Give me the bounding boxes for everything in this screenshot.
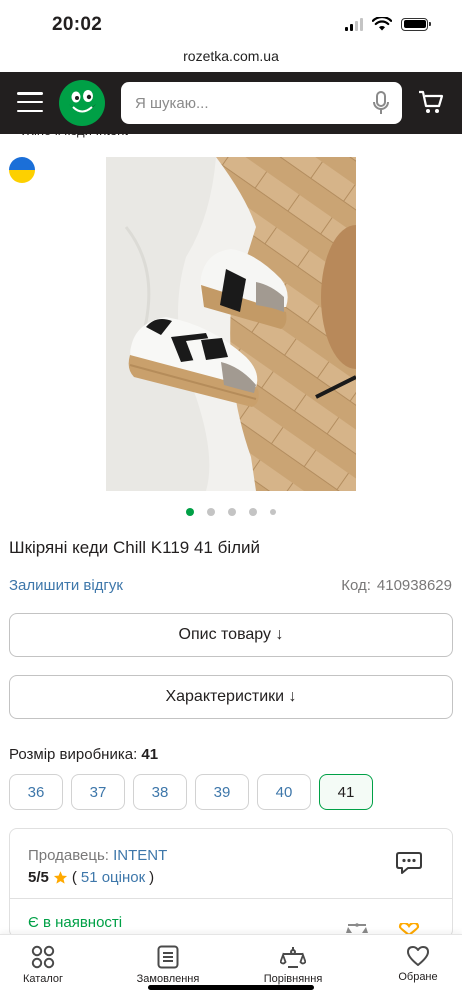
product-title: Шкіряні кеди Chill K119 41 білий [9,538,261,557]
browser-url[interactable]: rozetka.com.ua [0,48,462,64]
size-option-36[interactable]: 36 [9,774,63,810]
status-icons [345,17,431,31]
nav-orders[interactable]: Замовлення [118,945,218,985]
nav-catalog-label: Каталог [23,973,63,985]
seller-info: Продавець: INTENT 5/5 ( 51 оцінок ) [10,829,452,899]
logo-face-icon [69,90,96,113]
seller-rating-value: 5/5 [28,869,49,886]
rozetka-logo[interactable] [59,80,105,126]
reviews-open-paren: ( [71,869,77,886]
nav-compare-label: Порівняння [263,973,323,985]
seller-rating: 5/5 ( 51 оцінок ) [28,869,154,886]
sneakers-photo [106,157,356,491]
nav-orders-label: Замовлення [136,973,200,985]
scales-icon [280,947,306,968]
seller-line: Продавець: INTENT [28,847,167,864]
grid-icon [31,945,55,969]
breadcrumb[interactable]: ‹ Жіночі кеди Intent [14,131,128,138]
product-image[interactable] [106,157,356,491]
site-header: Я шукаю... [0,72,462,134]
microphone-icon[interactable] [372,91,390,115]
status-bar: 20:02 [0,0,462,44]
nav-compare[interactable]: Порівняння [243,945,343,985]
gallery-dot[interactable] [186,508,194,516]
nav-favorites-label: Обране [398,971,438,983]
size-option-39[interactable]: 39 [195,774,249,810]
size-option-40[interactable]: 40 [257,774,311,810]
size-label-text: Розмір виробника: [9,746,138,763]
wifi-icon [372,17,392,31]
gallery-dot[interactable] [228,508,236,516]
product-code: Код: 410938629 [341,577,452,594]
chat-icon[interactable] [396,851,422,875]
nav-catalog[interactable]: Каталог [0,945,93,985]
star-icon [53,871,67,884]
cellular-signal-icon [345,17,363,31]
battery-icon [401,17,431,31]
seller-card: Продавець: INTENT 5/5 ( 51 оцінок ) Є в … [9,828,453,938]
search-placeholder: Я шукаю... [135,95,209,112]
nav-favorites[interactable]: Обране [368,945,462,983]
gallery-dot[interactable] [270,509,276,515]
menu-icon[interactable] [17,92,43,112]
size-option-37[interactable]: 37 [71,774,125,810]
characteristics-button[interactable]: Характеристики ↓ [9,675,453,719]
heart-icon [407,946,429,966]
leave-review-link[interactable]: Залишити відгук [9,577,123,594]
size-options: 36 37 38 39 40 41 [9,774,373,810]
cart-icon[interactable] [418,89,444,115]
description-button[interactable]: Опис товару ↓ [9,613,453,657]
gallery-pagination[interactable] [0,508,462,516]
size-label: Розмір виробника: 41 [9,746,158,763]
ukraine-flag-icon [9,157,35,183]
gallery-dot[interactable] [207,508,215,516]
home-indicator [148,985,314,990]
gallery-dot[interactable] [249,508,257,516]
size-option-41[interactable]: 41 [319,774,373,810]
search-input[interactable]: Я шукаю... [121,82,402,124]
size-selected-value: 41 [141,746,159,763]
size-option-38[interactable]: 38 [133,774,187,810]
orders-list-icon [157,945,179,969]
seller-name-link[interactable]: INTENT [113,847,167,864]
reviews-close-paren: ) [149,869,155,886]
product-code-label: Код: [341,577,371,594]
product-code-value: 410938629 [376,577,452,594]
seller-label: Продавець: [28,847,109,864]
availability-status: Є в наявності [28,914,123,931]
status-time: 20:02 [52,14,103,35]
seller-reviews-link[interactable]: 51 оцінок [81,869,145,886]
